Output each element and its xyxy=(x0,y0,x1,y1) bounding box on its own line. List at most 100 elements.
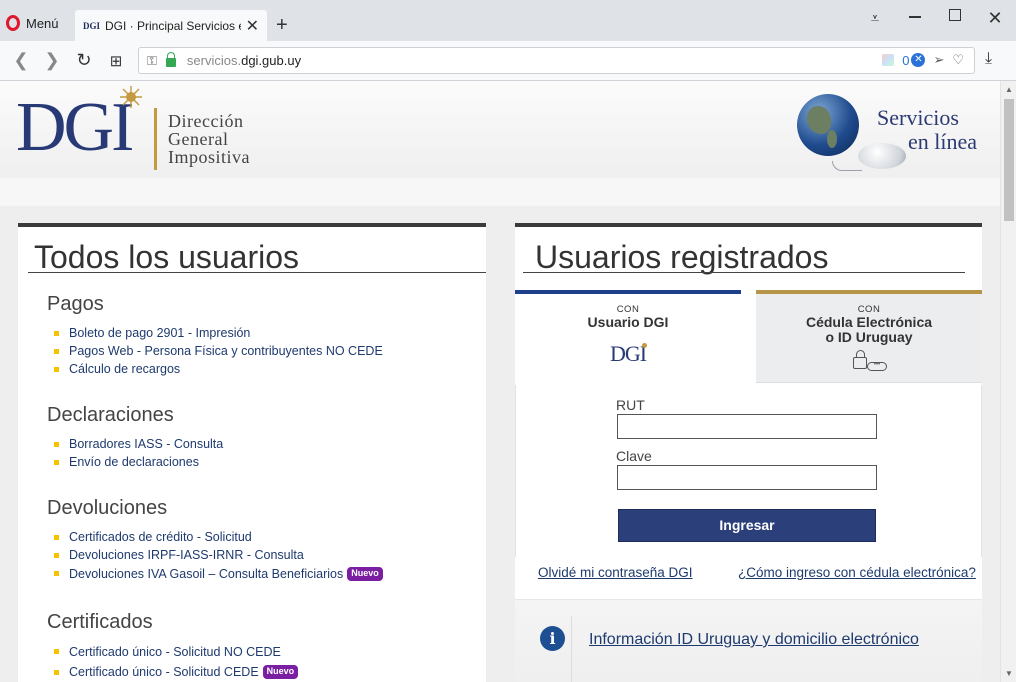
logo-word-1: Dirección xyxy=(168,111,244,131)
browser-chrome: Menú DGI DGI · Principal Servicios en ✕ … xyxy=(0,0,1016,81)
maximize-icon xyxy=(949,9,961,21)
adblock-shield-icon[interactable]: ✕ xyxy=(911,53,926,67)
section-pagos: Pagos Boleto de pago 2901 - Impresión Pa… xyxy=(47,293,383,378)
tab-usuario-dgi[interactable]: CON Usuario DGI DGI xyxy=(515,290,741,385)
downloads-icon[interactable]: ⤓ xyxy=(985,50,992,68)
window-close-button[interactable]: ✕ xyxy=(983,8,1007,29)
list-item[interactable]: Devoluciones IRPF-IASS-IRNR - Consulta xyxy=(54,546,383,564)
site-info-key-icon[interactable]: ⚿ xyxy=(147,53,157,69)
clave-input[interactable] xyxy=(617,465,877,490)
list-link[interactable]: Certificado único - Solicitud NO CEDE xyxy=(69,645,281,659)
all-users-panel: Todos los usuarios Pagos Boleto de pago … xyxy=(18,223,486,682)
section-heading: Certificados xyxy=(47,611,153,633)
registered-users-title: Usuarios registrados xyxy=(535,239,829,275)
list-link[interactable]: Envío de declaraciones xyxy=(69,455,199,469)
dgi-logo[interactable]: DGI Dirección General Impositiva xyxy=(16,86,250,170)
list-item[interactable]: Cálculo de recargos xyxy=(54,360,383,378)
browser-tab-active[interactable]: DGI DGI · Principal Servicios en ✕ xyxy=(75,10,267,41)
services-line-2: en línea xyxy=(908,129,978,154)
tracker-count: 0 xyxy=(902,52,910,68)
minimize-button[interactable] xyxy=(903,8,927,26)
opera-menu-button[interactable]: Menú xyxy=(6,12,59,34)
clave-label: Clave xyxy=(616,448,652,464)
speed-dial-button[interactable]: ⊞ xyxy=(106,52,126,70)
ingresar-button[interactable]: Ingresar xyxy=(618,509,876,542)
cedula-help-link[interactable]: ¿Cómo ingreso con cédula electrónica? xyxy=(738,565,976,580)
new-badge: Nuevo xyxy=(347,567,383,581)
forgot-password-link[interactable]: Olvidé mi contraseña DGI xyxy=(538,565,693,580)
opera-menu-label: Menú xyxy=(26,15,59,31)
list-item[interactable]: Boleto de pago 2901 - Impresión xyxy=(54,324,383,342)
section-certificados: Certificados Certificado único - Solicit… xyxy=(47,611,299,681)
opera-logo-icon xyxy=(6,15,20,31)
section-heading: Declaraciones xyxy=(47,404,174,426)
send-to-flow-icon[interactable]: ➢ xyxy=(933,52,944,68)
tab-big-label-line2: o ID Uruguay xyxy=(825,329,913,345)
tab-cedula-electronica[interactable]: CON Cédula Electrónica o ID Uruguay ••• xyxy=(756,290,982,383)
title-divider xyxy=(523,272,965,273)
list-item[interactable]: Certificado único - Solicitud NO CEDE xyxy=(53,642,298,663)
url-domain: dgi.gub.uy xyxy=(241,53,302,68)
list-item[interactable]: Certificados de crédito - Solicitud xyxy=(54,528,383,546)
scrollbar-thumb[interactable] xyxy=(1004,99,1014,221)
secure-lock-icon[interactable] xyxy=(165,52,176,67)
id-uruguay-info-link[interactable]: Información ID Uruguay y domicilio elect… xyxy=(589,631,919,649)
link-list: Boleto de pago 2901 - Impresión Pagos We… xyxy=(47,324,383,378)
list-item[interactable]: Borradores IASS - Consulta xyxy=(53,435,223,453)
page-viewport: DGI Dirección General Impositiva Servici… xyxy=(0,81,1000,682)
info-divider xyxy=(571,616,572,682)
extension-cube-icon[interactable] xyxy=(882,54,895,66)
section-heading: Pagos xyxy=(47,293,104,315)
section-declaraciones: Declaraciones Borradores IASS - Consulta… xyxy=(47,404,223,471)
logo-word-3: Impositiva xyxy=(168,147,250,167)
info-box: i Información ID Uruguay y domicilio ele… xyxy=(515,599,982,682)
title-divider xyxy=(28,272,486,273)
scroll-down-icon[interactable]: ▼ xyxy=(1005,669,1013,678)
services-line-1: Servicios xyxy=(877,105,959,130)
list-link[interactable]: Pagos Web - Persona Física y contribuyen… xyxy=(69,344,383,358)
mouse-cable-icon xyxy=(832,161,862,171)
login-form: RUT Clave Ingresar xyxy=(515,385,982,557)
url-subdomain: servicios. xyxy=(186,53,242,68)
list-item[interactable]: Devoluciones IVA Gasoil – Consulta Benef… xyxy=(54,564,383,585)
header-strip xyxy=(0,178,1000,206)
new-tab-button[interactable]: + xyxy=(276,14,288,37)
forward-button[interactable]: ❯ xyxy=(42,50,62,71)
list-link[interactable]: Devoluciones IVA Gasoil – Consulta Benef… xyxy=(69,567,343,581)
reload-button[interactable]: ↻ xyxy=(74,50,94,71)
list-link[interactable]: Cálculo de recargos xyxy=(69,362,180,376)
list-item[interactable]: Certificado único - Solicitud CEDE Nuevo xyxy=(53,663,299,681)
list-link[interactable]: Certificados de crédito - Solicitud xyxy=(69,530,252,544)
back-button[interactable]: ❮ xyxy=(11,50,31,71)
rut-input[interactable] xyxy=(617,414,877,439)
logo-word-2: General xyxy=(168,129,229,149)
list-link[interactable]: Borradores IASS - Consulta xyxy=(69,437,223,451)
list-link[interactable]: Boleto de pago 2901 - Impresión xyxy=(69,326,250,340)
list-item[interactable]: Envío de declaraciones xyxy=(53,453,223,471)
scroll-up-icon[interactable]: ▲ xyxy=(1005,85,1013,94)
info-icon: i xyxy=(540,626,565,651)
vertical-scrollbar[interactable]: ▲ ▼ xyxy=(1000,81,1016,682)
link-list: Borradores IASS - Consulta Envío de decl… xyxy=(47,435,223,471)
url-text[interactable]: servicios.dgi.gub.uy xyxy=(187,53,301,68)
address-bar[interactable]: ⚿ servicios.dgi.gub.uy 0 ✕ ➢ ♡ xyxy=(138,47,975,74)
address-bar-actions: 0 ✕ ➢ ♡ xyxy=(882,52,964,68)
tab-favicon-icon: DGI xyxy=(83,20,101,31)
sun-emblem-icon xyxy=(120,86,142,108)
tab-big-label-line1: Cédula Electrónica xyxy=(805,314,933,330)
section-heading: Devoluciones xyxy=(47,497,168,519)
tab-menu-icon[interactable]: ⩡ xyxy=(863,10,887,27)
list-item[interactable]: Pagos Web - Persona Física y contribuyen… xyxy=(54,342,383,360)
registered-users-panel: Usuarios registrados CON Usuario DGI DGI… xyxy=(515,223,982,682)
logo-divider xyxy=(154,108,157,170)
maximize-button[interactable] xyxy=(943,8,967,26)
globe-icon xyxy=(797,94,859,156)
site-header: DGI Dirección General Impositiva Servici… xyxy=(0,81,1000,178)
tab-big-label: Usuario DGI xyxy=(587,314,669,330)
bookmark-heart-icon[interactable]: ♡ xyxy=(952,52,964,68)
browser-toolbar: ❮ ❯ ↻ ⊞ ⚿ servicios.dgi.gub.uy 0 ✕ ➢ ♡ ⤓ xyxy=(0,41,1016,81)
list-link[interactable]: Certificado único - Solicitud CEDE xyxy=(69,665,259,679)
list-link[interactable]: Devoluciones IRPF-IASS-IRNR - Consulta xyxy=(69,548,304,562)
tab-close-icon[interactable]: ✕ xyxy=(246,16,259,36)
new-badge: Nuevo xyxy=(262,665,299,679)
